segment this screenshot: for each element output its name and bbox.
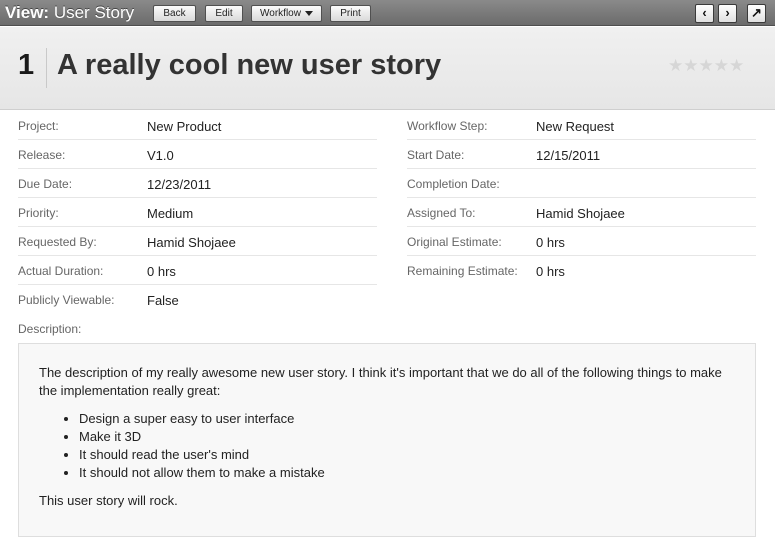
view-title: View: User Story — [5, 3, 134, 23]
star-icon[interactable]: ★ — [683, 57, 698, 74]
list-item: It should not allow them to make a mista… — [79, 464, 735, 482]
field-label: Assigned To: — [407, 206, 476, 220]
star-icon[interactable]: ★ — [714, 57, 729, 74]
star-icon[interactable]: ★ — [729, 57, 744, 74]
workflow-dropdown-button[interactable]: Workflow — [251, 5, 322, 22]
field-assigned-to: Assigned To: Hamid Shojaee — [407, 198, 756, 227]
previous-arrow-icon[interactable]: ‹ — [695, 4, 714, 23]
field-requested-by: Requested By: Hamid Shojaee — [18, 227, 377, 256]
field-publicly-viewable: Publicly Viewable: False — [18, 285, 377, 314]
description-content: The description of my really awesome new… — [18, 343, 756, 537]
field-label: Start Date: — [407, 148, 465, 162]
list-item: Design a super easy to user interface — [79, 410, 735, 428]
story-id: 1 — [18, 49, 35, 81]
back-button[interactable]: Back — [153, 5, 196, 22]
field-label: Due Date: — [18, 177, 73, 191]
chevron-down-icon — [304, 10, 313, 16]
field-label: Release: — [18, 148, 66, 162]
toolbar: View: User Story Back Edit Workflow Prin… — [0, 0, 775, 26]
field-label: Workflow Step: — [407, 119, 488, 133]
field-label: Remaining Estimate: — [407, 264, 518, 278]
star-rating[interactable]: ★★★★★ — [668, 57, 744, 74]
field-value: Medium — [147, 206, 194, 221]
field-priority: Priority: Medium — [18, 198, 377, 227]
field-due-date: Due Date: 12/23/2011 — [18, 169, 377, 198]
list-item: Make it 3D — [79, 428, 735, 446]
star-icon[interactable]: ★ — [699, 57, 714, 74]
field-value: 0 hrs — [536, 235, 565, 250]
view-prefix: View: — [5, 3, 50, 22]
field-completion-date: Completion Date: — [407, 169, 756, 198]
field-value: 12/23/2011 — [147, 177, 212, 192]
header-divider — [46, 48, 47, 88]
workflow-button-label: Workflow — [260, 8, 301, 19]
field-value: Hamid Shojaee — [536, 206, 625, 221]
next-arrow-icon[interactable]: › — [718, 4, 737, 23]
field-value: V1.0 — [147, 148, 174, 163]
field-actual-duration: Actual Duration: 0 hrs — [18, 256, 377, 285]
print-button[interactable]: Print — [330, 5, 371, 22]
field-value: New Product — [147, 119, 222, 134]
description-label: Description: — [18, 322, 82, 336]
field-release: Release: V1.0 — [18, 140, 377, 169]
field-value: 0 hrs — [536, 264, 565, 279]
description-intro: The description of my really awesome new… — [39, 365, 722, 398]
page-title: A really cool new user story — [57, 49, 442, 81]
field-label: Actual Duration: — [18, 264, 104, 278]
field-label: Priority: — [18, 206, 59, 220]
field-value: 12/15/2011 — [536, 148, 601, 163]
description-closing: This user story will rock. — [39, 493, 178, 508]
edit-button[interactable]: Edit — [205, 5, 243, 22]
field-original-estimate: Original Estimate: 0 hrs — [407, 227, 756, 256]
popout-icon[interactable]: ↗ — [747, 4, 766, 23]
field-project: Project: New Product — [18, 111, 377, 140]
field-start-date: Start Date: 12/15/2011 — [407, 140, 756, 169]
field-label: Publicly Viewable: — [18, 293, 115, 307]
field-value: 0 hrs — [147, 264, 176, 279]
star-icon[interactable]: ★ — [668, 57, 683, 74]
list-item: It should read the user's mind — [79, 446, 735, 464]
field-value: False — [147, 293, 179, 308]
field-value: Hamid Shojaee — [147, 235, 236, 250]
field-label: Completion Date: — [407, 177, 500, 191]
field-label: Original Estimate: — [407, 235, 502, 249]
view-name: User Story — [53, 3, 135, 22]
field-workflow-step: Workflow Step: New Request — [407, 111, 756, 140]
field-label: Requested By: — [18, 235, 97, 249]
field-value: New Request — [536, 119, 615, 134]
field-label: Project: — [18, 119, 59, 133]
story-header: 1 A really cool new user story ★★★★★ — [0, 27, 775, 110]
field-remaining-estimate: Remaining Estimate: 0 hrs — [407, 256, 756, 285]
description-list: Design a super easy to user interface Ma… — [79, 410, 735, 482]
